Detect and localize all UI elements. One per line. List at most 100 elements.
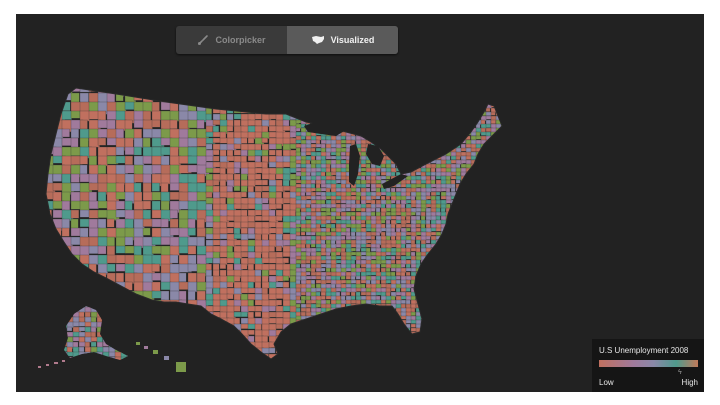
- county-cell[interactable]: [375, 343, 383, 349]
- county-cell[interactable]: [295, 199, 302, 205]
- county-cell[interactable]: [460, 111, 468, 118]
- county-cell[interactable]: [485, 355, 492, 360]
- county-cell[interactable]: [240, 143, 250, 151]
- county-cell[interactable]: [465, 183, 472, 188]
- county-cell[interactable]: [226, 84, 237, 90]
- county-cell[interactable]: [465, 243, 471, 250]
- county-cell[interactable]: [275, 251, 283, 258]
- county-cell[interactable]: [370, 175, 376, 181]
- county-cell[interactable]: [485, 279, 492, 284]
- county-cell[interactable]: [254, 209, 262, 216]
- county-cell[interactable]: [310, 335, 316, 341]
- county-cell[interactable]: [275, 293, 284, 299]
- county-cell[interactable]: [365, 91, 371, 98]
- county-cell[interactable]: [96, 326, 105, 333]
- county-cell[interactable]: [66, 306, 75, 314]
- county-cell[interactable]: [120, 341, 127, 347]
- county-cell[interactable]: [126, 302, 132, 308]
- county-cell[interactable]: [160, 218, 169, 228]
- county-cell[interactable]: [446, 360, 451, 364]
- county-cell[interactable]: [212, 161, 221, 168]
- county-cell[interactable]: [124, 317, 134, 326]
- county-cell[interactable]: [425, 143, 433, 149]
- county-cell[interactable]: [405, 88, 412, 93]
- county-cell[interactable]: [355, 247, 361, 252]
- county-cell[interactable]: [370, 103, 377, 110]
- county-cell[interactable]: [425, 103, 433, 110]
- county-cell[interactable]: [440, 283, 448, 290]
- county-cell[interactable]: [295, 343, 302, 350]
- county-cell[interactable]: [44, 363, 55, 375]
- county-cell[interactable]: [311, 360, 316, 363]
- county-cell[interactable]: [420, 299, 427, 305]
- county-cell[interactable]: [485, 131, 491, 137]
- county-cell[interactable]: [330, 323, 336, 328]
- county-cell[interactable]: [500, 147, 506, 153]
- county-cell[interactable]: [460, 315, 468, 321]
- county-cell[interactable]: [52, 326, 64, 335]
- county-cell[interactable]: [455, 123, 461, 128]
- county-cell[interactable]: [445, 143, 451, 149]
- county-cell[interactable]: [460, 99, 467, 105]
- county-cell[interactable]: [142, 128, 153, 138]
- county-cell[interactable]: [410, 223, 417, 229]
- county-cell[interactable]: [84, 356, 92, 364]
- county-cell[interactable]: [315, 351, 323, 356]
- county-cell[interactable]: [435, 111, 443, 116]
- county-cell[interactable]: [365, 331, 373, 337]
- county-cell[interactable]: [247, 353, 258, 359]
- county-cell[interactable]: [455, 283, 461, 289]
- county-cell[interactable]: [310, 327, 317, 333]
- county-cell[interactable]: [44, 245, 55, 255]
- county-cell[interactable]: [490, 195, 497, 201]
- county-cell[interactable]: [455, 307, 463, 313]
- county-cell[interactable]: [465, 123, 472, 128]
- county-cell[interactable]: [405, 127, 413, 134]
- county-cell[interactable]: [320, 91, 328, 96]
- county-cell[interactable]: [205, 335, 213, 342]
- county-cell[interactable]: [275, 263, 284, 271]
- county-cell[interactable]: [365, 127, 373, 134]
- county-cell[interactable]: [495, 139, 501, 145]
- county-cell[interactable]: [490, 307, 497, 314]
- county-cell[interactable]: [385, 123, 393, 129]
- county-cell[interactable]: [355, 91, 362, 98]
- county-cell[interactable]: [500, 283, 505, 289]
- county-cell[interactable]: [375, 275, 381, 281]
- county-cell[interactable]: [320, 295, 326, 300]
- county-cell[interactable]: [425, 127, 433, 132]
- county-cell[interactable]: [465, 207, 471, 214]
- county-cell[interactable]: [120, 346, 129, 354]
- county-cell[interactable]: [310, 171, 317, 177]
- county-cell[interactable]: [425, 139, 432, 144]
- county-cell[interactable]: [350, 351, 358, 356]
- county-cell[interactable]: [247, 245, 255, 253]
- county-cell[interactable]: [295, 351, 301, 358]
- county-cell[interactable]: [495, 287, 502, 294]
- county-cell[interactable]: [340, 331, 347, 338]
- county-cell[interactable]: [495, 335, 501, 340]
- county-cell[interactable]: [420, 147, 426, 152]
- county-cell[interactable]: [79, 200, 90, 212]
- county-cell[interactable]: [295, 287, 301, 293]
- county-cell[interactable]: [440, 319, 448, 325]
- county-cell[interactable]: [435, 327, 443, 334]
- county-cell[interactable]: [425, 287, 432, 293]
- county-cell[interactable]: [440, 347, 447, 353]
- county-cell[interactable]: [480, 251, 488, 256]
- county-cell[interactable]: [315, 88, 322, 93]
- county-cell[interactable]: [375, 323, 381, 329]
- county-cell[interactable]: [470, 179, 478, 184]
- county-cell[interactable]: [485, 107, 491, 112]
- county-cell[interactable]: [335, 347, 344, 353]
- county-cell[interactable]: [169, 110, 179, 122]
- county-cell[interactable]: [355, 327, 364, 333]
- county-cell[interactable]: [44, 236, 54, 249]
- county-cell[interactable]: [405, 347, 413, 354]
- county-cell[interactable]: [460, 319, 468, 324]
- county-cell[interactable]: [370, 315, 378, 321]
- county-cell[interactable]: [102, 331, 110, 339]
- county-cell[interactable]: [355, 119, 361, 124]
- county-cell[interactable]: [380, 163, 386, 168]
- county-cell[interactable]: [345, 311, 353, 316]
